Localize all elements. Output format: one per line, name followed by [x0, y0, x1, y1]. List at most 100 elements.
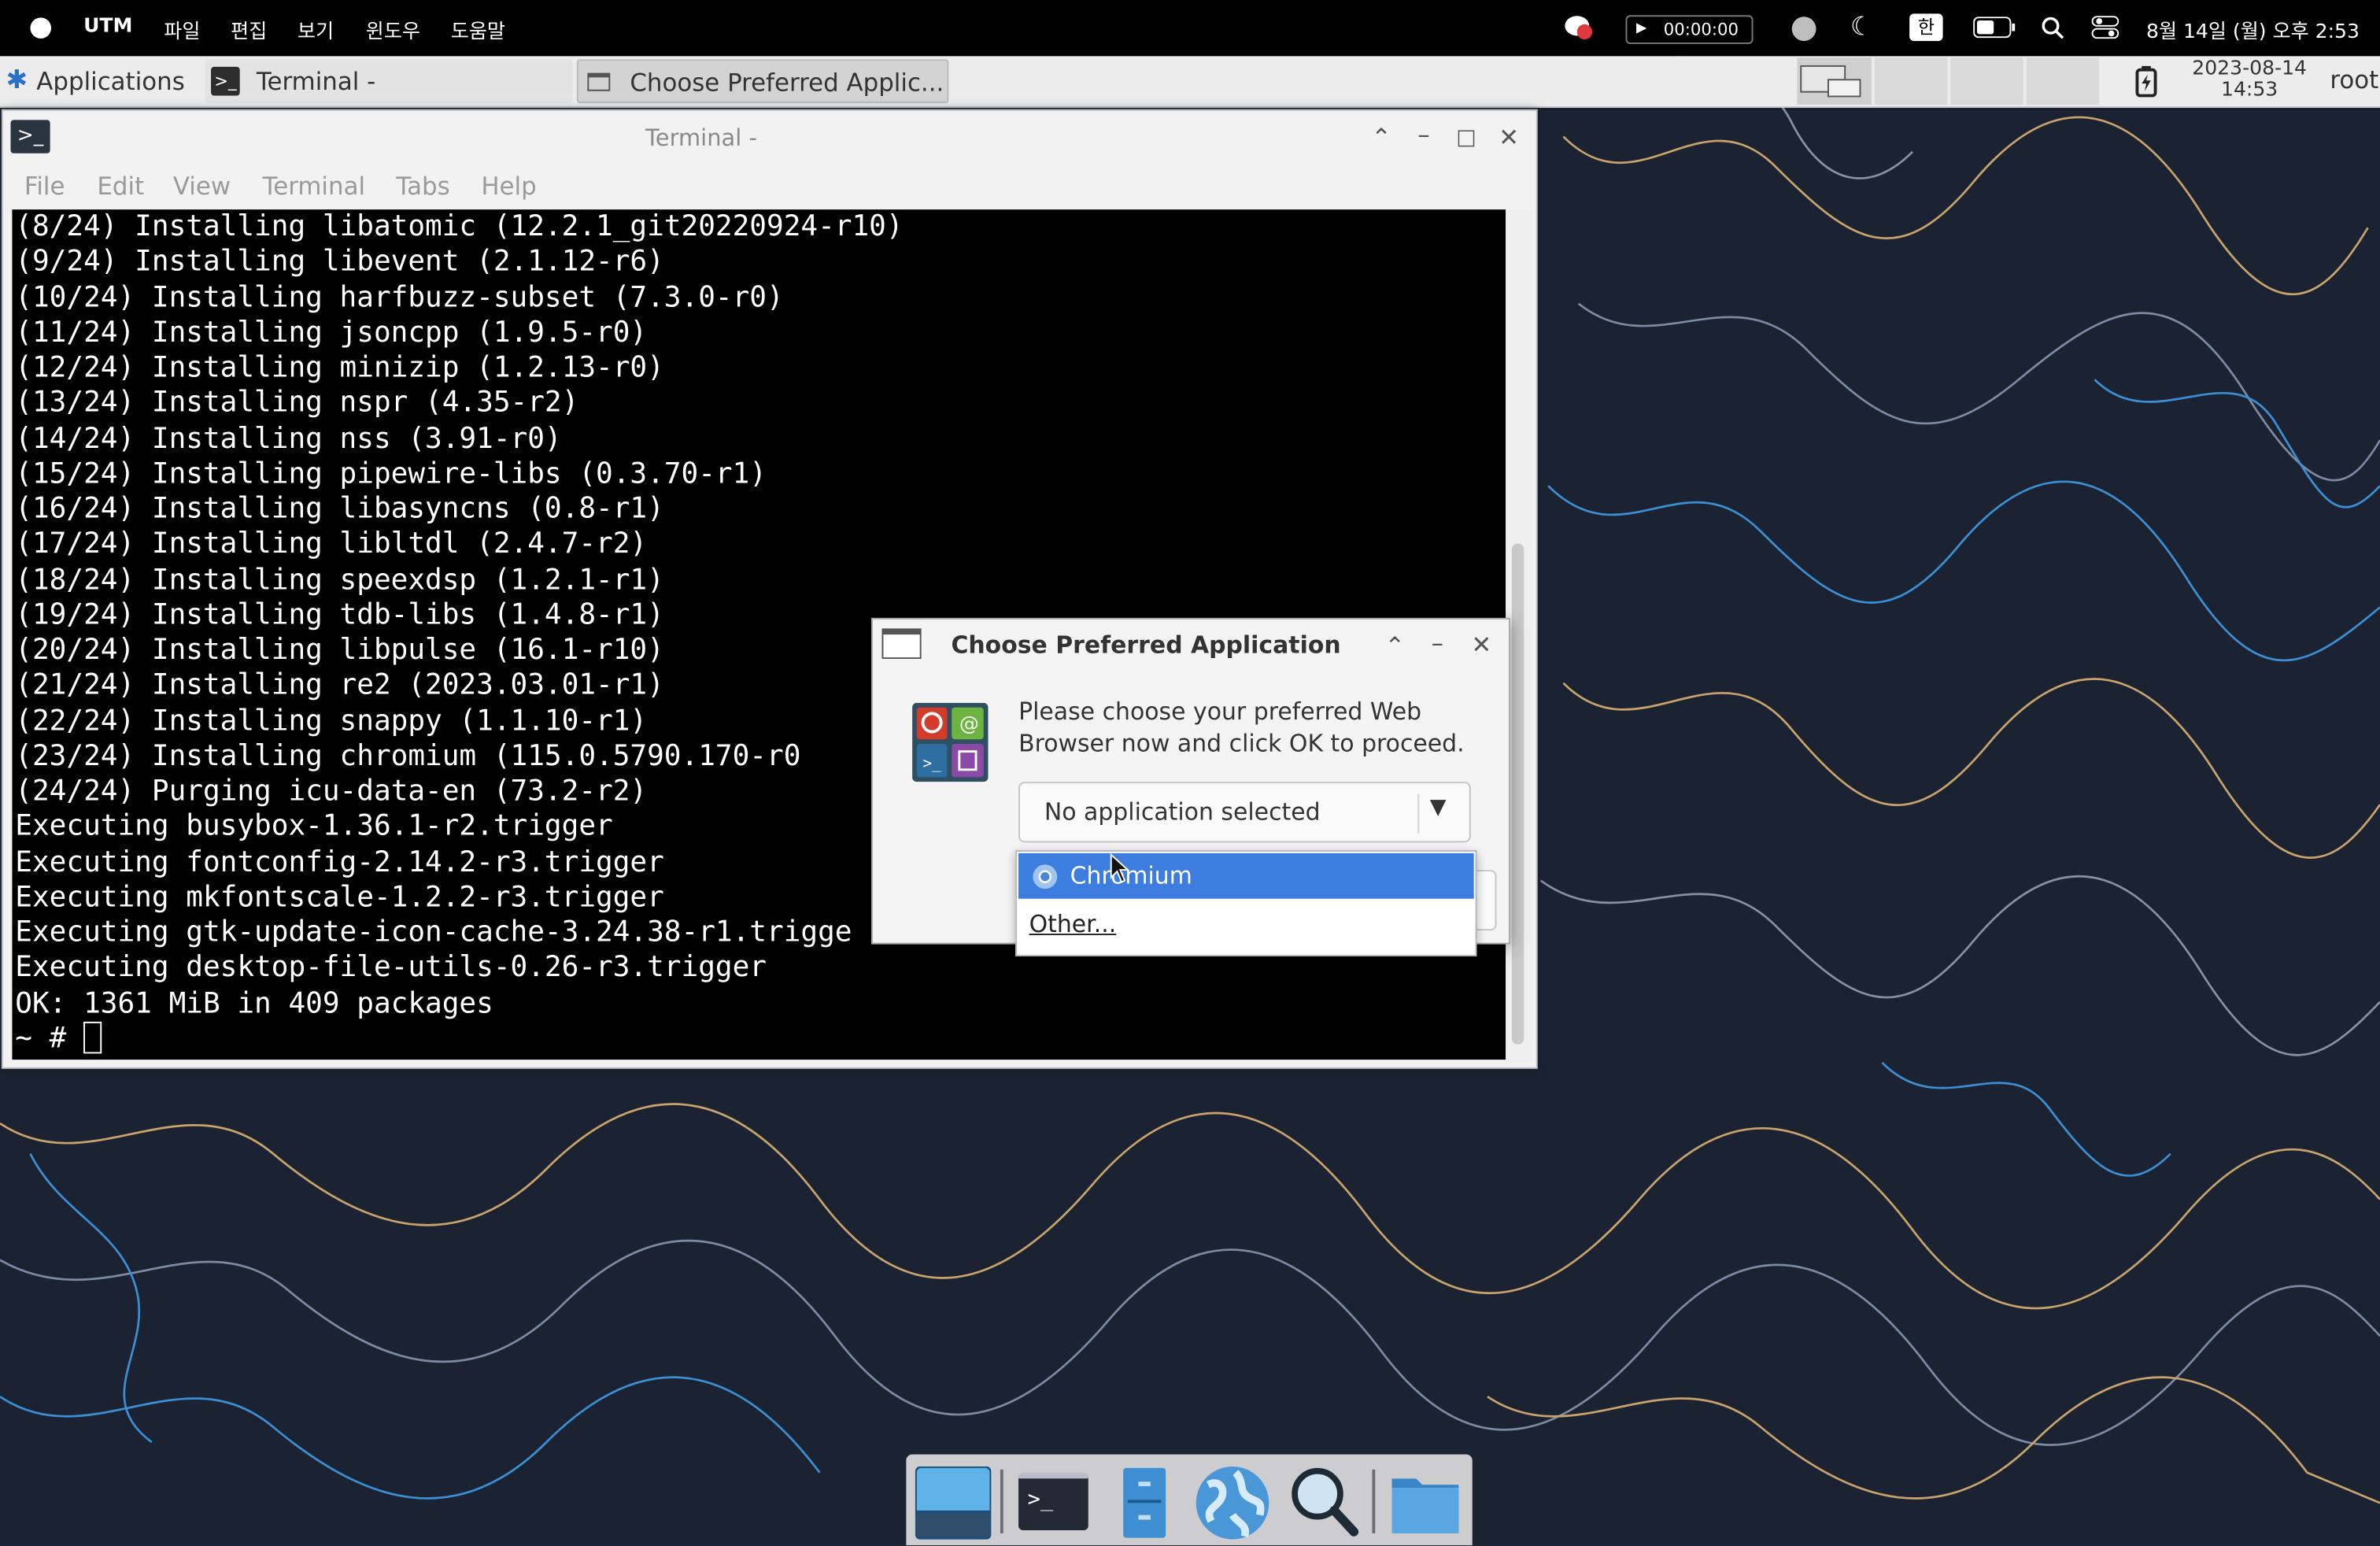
dock-terminal[interactable]: >_ — [1014, 1463, 1092, 1539]
dock-web-browser[interactable] — [1193, 1463, 1272, 1540]
terminal-line: (13/24) Installing nspr (4.35-r2) — [15, 387, 579, 420]
preferred-applications-icon: @ >_ — [912, 702, 989, 782]
taskbar-item-terminal[interactable]: >_ Terminal - — [205, 59, 573, 104]
terminal-line: (8/24) Installing libatomic (12.2.1_git2… — [15, 211, 904, 243]
utm-status-icon[interactable] — [1790, 13, 1819, 43]
folder-icon — [1391, 1478, 1459, 1533]
panel-user[interactable]: root — [2330, 65, 2378, 94]
terminal-line: (14/24) Installing nss (3.91-r0) — [15, 423, 562, 455]
menu-window[interactable]: 윈도우 — [366, 15, 420, 44]
taskbar-item-label: Terminal - — [256, 66, 376, 96]
dock-home-folder[interactable] — [1386, 1463, 1465, 1539]
combobox-separator — [1417, 793, 1420, 834]
bottom-dock: >_ — [906, 1454, 1473, 1546]
application-dropdown-list: Chromium Other... — [1015, 849, 1477, 956]
taskbar-item-choose-app[interactable]: Choose Preferred Applic... — [576, 59, 949, 104]
power-manager-icon[interactable] — [2133, 65, 2160, 98]
recording-bubble-icon[interactable] — [1563, 13, 1594, 41]
play-icon: ▶ — [1635, 20, 1647, 37]
terminal-line: (16/24) Installing libasyncns (0.8-r1) — [15, 493, 664, 526]
panel-time: 14:53 — [2221, 79, 2278, 102]
application-combobox[interactable]: No application selected ▼ — [1018, 782, 1471, 843]
terminal-menubar: File Edit View Terminal Tabs Help — [3, 165, 1536, 208]
menu-file[interactable]: 파일 — [164, 15, 200, 44]
battery-icon[interactable] — [1973, 17, 2016, 39]
terminal-titlebar[interactable]: >_ Terminal - ⌃ – □ ✕ — [3, 111, 1536, 165]
ok-button-partial[interactable] — [1473, 870, 1497, 931]
recording-timer[interactable]: ▶ 00:00:00 — [1625, 15, 1754, 44]
close-button[interactable]: ✕ — [1494, 123, 1524, 153]
shell-prompt: ~ # — [15, 1023, 84, 1055]
svg-text:>_: >_ — [923, 754, 942, 772]
macos-menu-bar: ● UTM 파일 편집 보기 윈도우 도움말 ▶ 00:00:00 ☾ 한 8월… — [0, 0, 2380, 57]
text-cursor — [83, 1021, 102, 1053]
dialog-close-button[interactable]: ✕ — [1466, 630, 1497, 660]
menu-help[interactable]: 도움말 — [451, 15, 505, 44]
dock-file-cabinet[interactable] — [1105, 1463, 1184, 1539]
dialog-minimize-button[interactable]: – — [1422, 628, 1453, 659]
workspace-3[interactable] — [1950, 57, 2023, 105]
spotlight-search-icon[interactable] — [2042, 17, 2064, 39]
dialog-title: Choose Preferred Application — [951, 631, 1341, 659]
minimize-button[interactable]: – — [1409, 120, 1439, 150]
terminal-menu-view[interactable]: View — [173, 172, 231, 201]
app-name-menu[interactable]: UTM — [83, 15, 132, 38]
option-chromium[interactable]: Chromium — [1018, 853, 1474, 899]
terminal-menu-edit[interactable]: Edit — [97, 172, 144, 201]
terminal-menu-tabs[interactable]: Tabs — [396, 172, 449, 201]
dock-show-desktop[interactable] — [912, 1463, 992, 1540]
mouse-pointer-icon — [1110, 853, 1130, 883]
panel-clock[interactable]: 2023-08-14 14:53 — [2186, 57, 2313, 102]
xfce-top-panel: ✱ Applications >_ Terminal - Choose Pref… — [0, 56, 2380, 108]
option-label: Chromium — [1070, 862, 1192, 890]
svg-text:@: @ — [959, 712, 979, 735]
control-center-icon[interactable] — [2091, 15, 2119, 39]
terminal-line: (12/24) Installing minizip (1.2.13-r0) — [15, 352, 664, 384]
workspace-2[interactable] — [1874, 57, 1948, 105]
workspace-1[interactable] — [1797, 57, 1872, 105]
terminal-prompt-line[interactable]: ~ # — [15, 1021, 1506, 1056]
terminal-menu-file[interactable]: File — [24, 172, 65, 201]
terminal-line: (18/24) Installing speexdsp (1.2.1-r1) — [15, 564, 664, 596]
terminal-menu-help[interactable]: Help — [481, 172, 536, 201]
scrollbar-thumb[interactable] — [1511, 543, 1524, 1045]
applications-label: Applications — [36, 66, 185, 96]
input-source-icon[interactable]: 한 — [1909, 13, 1943, 42]
do-not-disturb-moon-icon[interactable]: ☾ — [1850, 12, 1873, 43]
window-icon — [587, 72, 611, 91]
magnifier-icon — [1292, 1467, 1359, 1537]
globe-icon — [1196, 1466, 1269, 1540]
menu-edit[interactable]: 편집 — [231, 15, 267, 44]
dialog-message: Please choose your preferred Web Browser… — [1018, 698, 1465, 758]
terminal-line: (10/24) Installing harfbuzz-subset (7.3.… — [15, 281, 784, 314]
dock-separator — [1000, 1469, 1003, 1533]
maximize-button[interactable]: □ — [1451, 123, 1482, 153]
taskbar-item-label: Choose Preferred Applic... — [630, 68, 944, 98]
terminal-menu-terminal[interactable]: Terminal — [263, 172, 365, 201]
terminal-title: Terminal - — [645, 124, 757, 152]
timer-value: 00:00:00 — [1663, 20, 1739, 40]
option-label: Other... — [1029, 911, 1117, 938]
combobox-value: No application selected — [1044, 798, 1321, 827]
terminal-line: OK: 1361 MiB in 409 packages — [15, 987, 493, 1020]
applications-menu-button[interactable]: ✱ Applications — [3, 59, 201, 103]
chromium-icon — [1033, 864, 1058, 890]
chevron-down-icon[interactable]: ▼ — [1430, 796, 1447, 820]
dialog-shade-button[interactable]: ⌃ — [1380, 631, 1410, 662]
terminal-line: (9/24) Installing libevent (2.1.12-r6) — [15, 246, 664, 279]
terminal-line: (15/24) Installing pipewire-libs (0.3.70… — [15, 457, 767, 490]
workspace-4[interactable] — [2026, 57, 2100, 105]
menubar-clock[interactable]: 8월 14일 (월) 오후 2:53 — [2146, 15, 2360, 44]
dock-separator — [1372, 1469, 1376, 1533]
terminal-line: (17/24) Installing libltdl (2.4.7-r2) — [15, 528, 648, 561]
dock-search[interactable] — [1284, 1463, 1363, 1539]
workspace-switcher[interactable] — [1797, 57, 2106, 105]
apple-icon[interactable]: ● — [29, 10, 53, 42]
shade-button[interactable]: ⌃ — [1366, 123, 1397, 153]
option-other[interactable]: Other... — [1018, 902, 1474, 948]
xfce-mouse-icon: ✱ — [6, 65, 28, 96]
terminal-icon: >_ — [211, 66, 240, 96]
terminal-line: (11/24) Installing jsoncpp (1.9.5-r0) — [15, 316, 648, 350]
menu-view[interactable]: 보기 — [298, 15, 334, 44]
panel-date: 2023-08-14 — [2192, 57, 2308, 81]
